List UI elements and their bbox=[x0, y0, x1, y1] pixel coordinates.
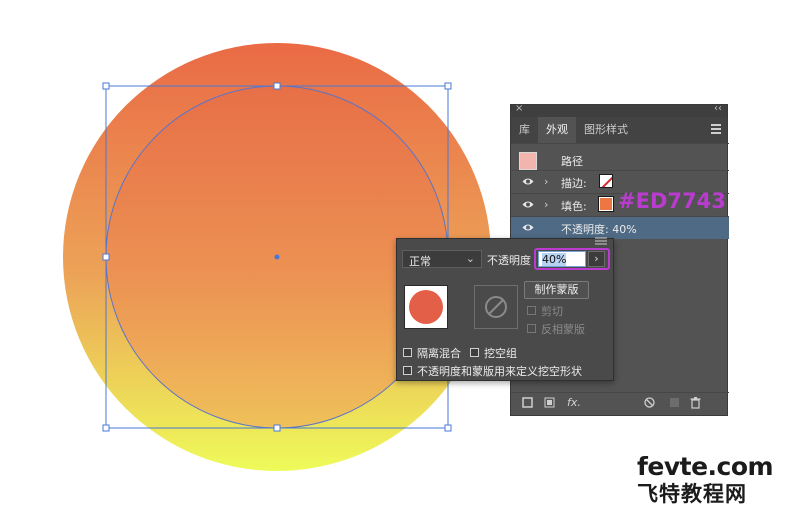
close-icon[interactable]: × bbox=[515, 103, 523, 114]
opacity-row-label[interactable]: 不透明度: 40% bbox=[561, 221, 637, 237]
fill-hex-annotation: #ED7743 bbox=[618, 189, 726, 213]
trash-icon[interactable] bbox=[689, 397, 701, 409]
fill-row[interactable]: › 填色: #ED7743 bbox=[511, 189, 729, 216]
duplicate-item-icon[interactable] bbox=[668, 397, 680, 409]
clear-appearance-icon[interactable] bbox=[643, 397, 655, 409]
eye-icon[interactable] bbox=[522, 223, 534, 232]
transparency-popup: 正常 ⌄ 不透明度 40% › 制作蒙版 剪切 反相蒙版 隔离混合 挖空组 不透… bbox=[396, 237, 614, 381]
opacity-value: 40% bbox=[542, 253, 567, 266]
fill-label: 填色: bbox=[561, 200, 587, 213]
eye-icon[interactable] bbox=[522, 200, 534, 209]
chevron-right-icon[interactable]: › bbox=[544, 175, 548, 188]
clip-checkbox bbox=[527, 306, 536, 315]
isolate-blending-checkbox[interactable] bbox=[403, 348, 412, 357]
fill-color-swatch[interactable] bbox=[598, 196, 614, 212]
isolate-blending-label: 隔离混合 bbox=[417, 347, 461, 360]
fx-icon[interactable]: fx. bbox=[567, 397, 581, 409]
center-point bbox=[274, 254, 280, 260]
opacity-mask-knockout-checkbox[interactable] bbox=[403, 366, 412, 375]
invert-mask-checkbox bbox=[527, 324, 536, 333]
divider bbox=[511, 143, 729, 144]
panel-tabs: 库 外观 图形样式 bbox=[511, 117, 727, 143]
watermark-name: 飞特教程网 bbox=[637, 482, 747, 506]
no-mask-icon bbox=[485, 296, 507, 318]
stroke-none-swatch[interactable] bbox=[599, 174, 613, 188]
stroke-label: 描边: bbox=[561, 177, 587, 190]
mask-thumbnail[interactable] bbox=[474, 285, 518, 329]
chevron-down-icon: ⌄ bbox=[465, 252, 475, 265]
panel-title-bar[interactable]: × ‹‹ bbox=[511, 103, 727, 117]
blend-mode-dropdown[interactable]: 正常 ⌄ bbox=[402, 250, 482, 268]
clip-label: 剪切 bbox=[541, 305, 563, 318]
eye-icon[interactable] bbox=[522, 177, 534, 186]
tab-library[interactable]: 库 bbox=[511, 117, 538, 143]
make-mask-button[interactable]: 制作蒙版 bbox=[524, 281, 589, 299]
artwork-circle-thumb bbox=[409, 290, 443, 324]
collapse-icon[interactable]: ‹‹ bbox=[714, 103, 722, 114]
blend-mode-value: 正常 bbox=[409, 255, 431, 268]
opacity-row[interactable]: 不透明度: 40% bbox=[511, 217, 729, 239]
tab-graphic-styles[interactable]: 图形样式 bbox=[576, 117, 636, 143]
path-label: 路径 bbox=[561, 155, 583, 168]
tab-appearance[interactable]: 外观 bbox=[538, 117, 576, 143]
knockout-group-label: 挖空组 bbox=[484, 347, 517, 360]
panel-menu-icon[interactable] bbox=[711, 124, 721, 134]
path-row[interactable]: 路径 bbox=[511, 149, 729, 171]
chevron-right-icon[interactable]: › bbox=[544, 198, 548, 211]
opacity-label: 不透明度 bbox=[487, 254, 531, 267]
panel-bottom-toolbar: fx. bbox=[511, 392, 729, 415]
knockout-group-checkbox[interactable] bbox=[470, 348, 479, 357]
opacity-input[interactable]: 40% bbox=[538, 251, 586, 267]
add-new-fill-icon[interactable] bbox=[543, 397, 555, 409]
invert-mask-label: 反相蒙版 bbox=[541, 323, 585, 336]
watermark-site: fevte.com bbox=[637, 452, 774, 481]
opacity-slider-toggle[interactable]: › bbox=[588, 251, 605, 267]
opacity-mask-knockout-label: 不透明度和蒙版用来定义挖空形状 bbox=[417, 365, 582, 378]
list-icon bbox=[595, 237, 607, 245]
add-new-stroke-icon[interactable] bbox=[521, 397, 533, 409]
artwork-thumbnail[interactable] bbox=[404, 285, 448, 329]
